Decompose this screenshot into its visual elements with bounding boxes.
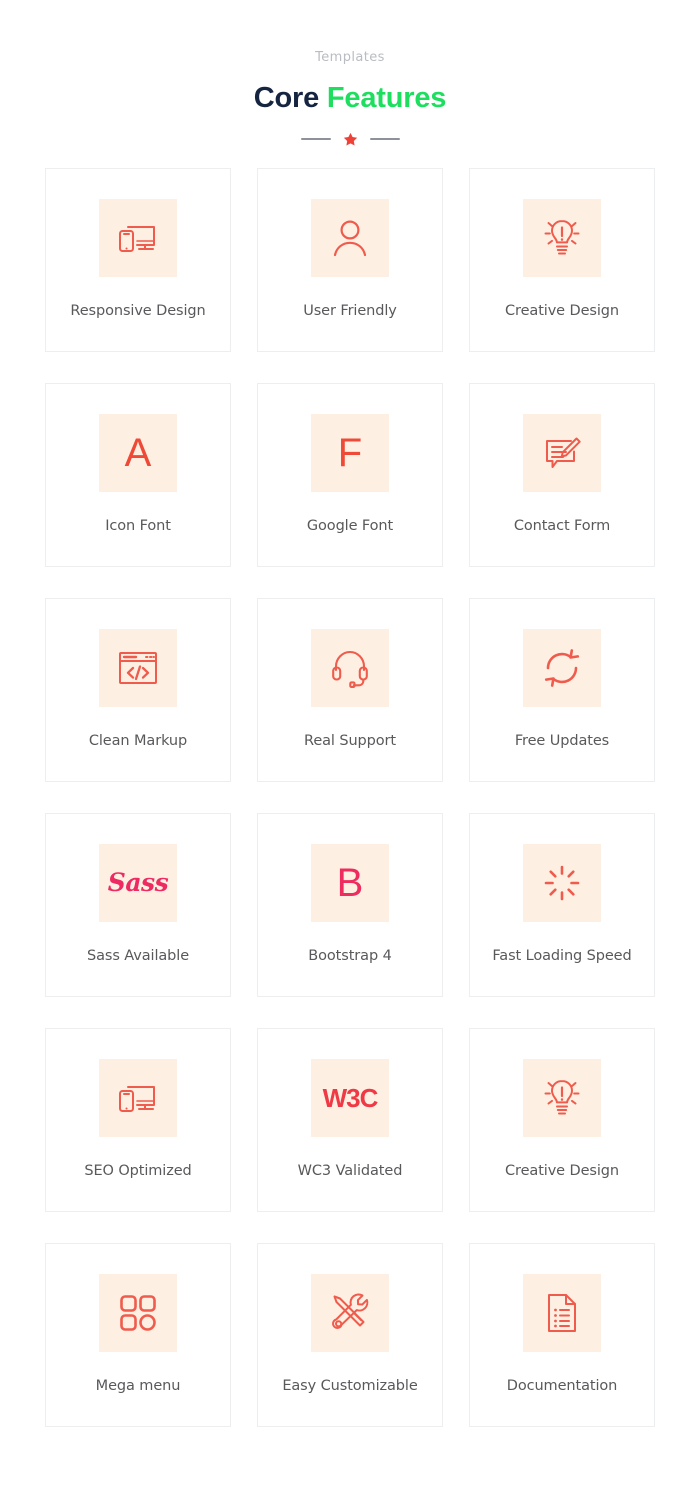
feature-card[interactable]: B Bootstrap 4 — [257, 813, 443, 997]
feature-card[interactable]: User Friendly — [257, 168, 443, 352]
feature-card-label: Creative Design — [505, 303, 619, 319]
refresh-sync-icon — [523, 629, 601, 707]
features-page: Templates Core Features Responsive Desig… — [0, 0, 700, 1496]
letter-f-glyph: F — [337, 431, 363, 475]
tools-wrench-screwdriver-icon — [311, 1274, 389, 1352]
feature-card-label: Easy Customizable — [282, 1378, 418, 1394]
feature-card-label: Responsive Design — [70, 303, 206, 319]
feature-card-label: Icon Font — [105, 518, 171, 534]
divider-bar-left — [300, 138, 331, 140]
letter-b-glyph: B — [336, 861, 364, 905]
lightbulb-idea-icon — [523, 199, 601, 277]
feature-card[interactable]: Contact Form — [469, 383, 655, 567]
feature-card[interactable]: Mega menu — [45, 1243, 231, 1427]
feature-card-label: Contact Form — [513, 518, 611, 534]
headset-icon — [311, 629, 389, 707]
sass-logo-glyph: Sass — [107, 868, 169, 897]
title-divider — [0, 131, 700, 147]
feature-card[interactable]: W3C WC3 Validated — [257, 1028, 443, 1212]
feature-card-label: Free Updates — [514, 733, 610, 749]
grid-blocks-icon — [99, 1274, 177, 1352]
feature-card-label: Mega menu — [95, 1378, 181, 1394]
w3c-logo-icon: W3C — [311, 1059, 389, 1137]
section-header: Templates Core Features — [0, 0, 700, 147]
divider-bar-right — [369, 138, 400, 140]
feature-card[interactable]: Easy Customizable — [257, 1243, 443, 1427]
feature-card-label: Fast Loading Speed — [492, 948, 632, 964]
form-pencil-icon — [523, 414, 601, 492]
w3c-logo-glyph: W3C — [322, 1083, 379, 1113]
page-title: Core Features — [0, 81, 700, 115]
letter-b-icon: B — [311, 844, 389, 922]
document-list-icon — [523, 1274, 601, 1352]
feature-card[interactable]: Fast Loading Speed — [469, 813, 655, 997]
sass-logo-icon: Sass — [99, 844, 177, 922]
letter-a-glyph: A — [124, 431, 152, 475]
devices-responsive-icon — [99, 199, 177, 277]
features-grid: Responsive Design User Friendly Creative… — [45, 168, 655, 1427]
feature-card[interactable]: F Google Font — [257, 383, 443, 567]
devices-responsive-icon — [99, 1059, 177, 1137]
feature-card-label: Sass Available — [86, 948, 190, 964]
feature-card-label: Google Font — [306, 518, 394, 534]
feature-card[interactable]: Sass Sass Available — [45, 813, 231, 997]
feature-card-label: WC3 Validated — [297, 1163, 403, 1179]
page-title-accent: Features — [326, 82, 447, 114]
code-browser-icon — [99, 629, 177, 707]
feature-card[interactable]: Free Updates — [469, 598, 655, 782]
page-title-primary: Core — [253, 82, 320, 114]
feature-card-label: Documentation — [506, 1378, 618, 1394]
feature-card[interactable]: Creative Design — [469, 1028, 655, 1212]
user-person-icon — [311, 199, 389, 277]
feature-card[interactable]: Responsive Design — [45, 168, 231, 352]
feature-card[interactable]: Documentation — [469, 1243, 655, 1427]
feature-card[interactable]: Real Support — [257, 598, 443, 782]
feature-card[interactable]: Creative Design — [469, 168, 655, 352]
letter-f-icon: F — [311, 414, 389, 492]
feature-card[interactable]: SEO Optimized — [45, 1028, 231, 1212]
lightbulb-idea-icon — [523, 1059, 601, 1137]
feature-card-label: Bootstrap 4 — [308, 948, 392, 964]
star-icon — [342, 131, 359, 148]
letter-a-icon: A — [99, 414, 177, 492]
feature-card-label: Real Support — [304, 733, 396, 749]
spinner-loading-icon — [523, 844, 601, 922]
feature-card-label: SEO Optimized — [84, 1163, 192, 1179]
feature-card-label: User Friendly — [303, 303, 397, 319]
feature-card-label: Creative Design — [505, 1163, 619, 1179]
section-subtitle: Templates — [315, 50, 385, 65]
feature-card[interactable]: Clean Markup — [45, 598, 231, 782]
feature-card[interactable]: A Icon Font — [45, 383, 231, 567]
feature-card-label: Clean Markup — [88, 733, 188, 749]
